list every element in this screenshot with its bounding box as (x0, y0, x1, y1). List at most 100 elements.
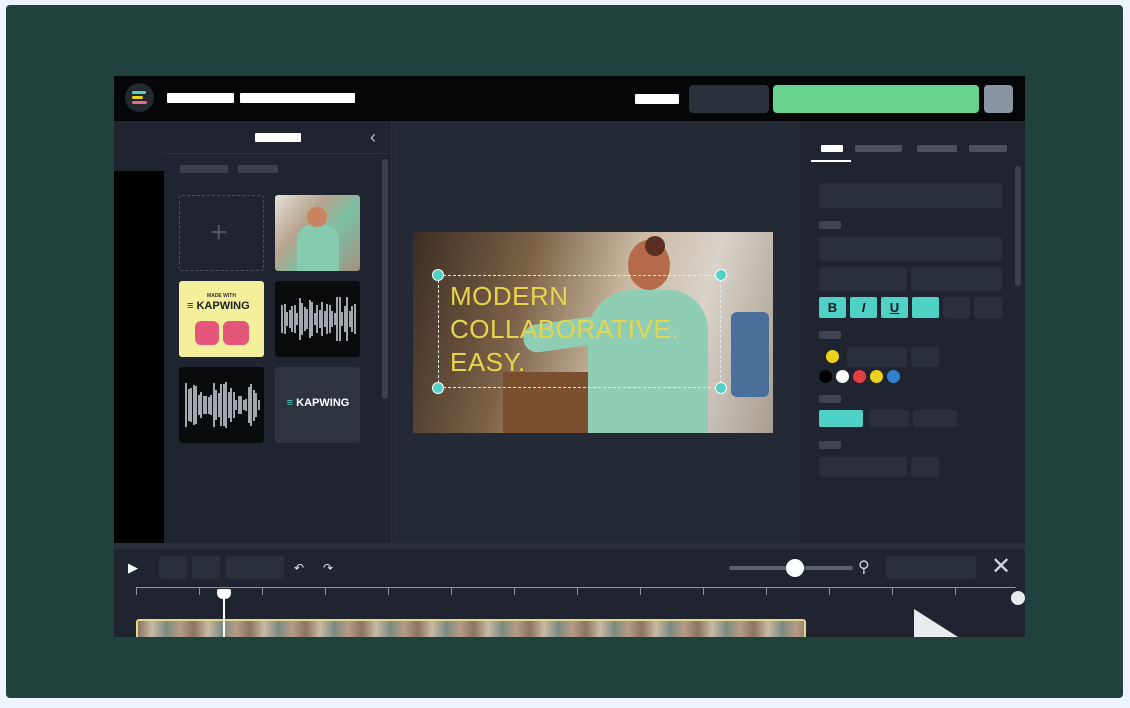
opacity-label (819, 441, 841, 449)
timeline-button[interactable] (159, 556, 187, 579)
ruler-tick (703, 587, 704, 595)
editor-canvas[interactable]: MODERN COLLABORATIVE. EASY. (393, 121, 797, 543)
panel-header: ‹ (164, 121, 392, 154)
plus-icon: + (210, 216, 228, 249)
video-frame[interactable]: MODERN COLLABORATIVE. EASY. (413, 232, 773, 433)
style-option[interactable] (869, 410, 909, 427)
resize-handle[interactable] (715, 269, 727, 281)
ruler-tick (136, 587, 137, 595)
media-panel: ‹ + MADE WITH ≡ KAPWING ≡ KAPWING (164, 121, 392, 543)
sidebar-rail (114, 171, 164, 543)
tab-effects[interactable] (917, 145, 957, 152)
zoom-slider-knob[interactable] (786, 559, 804, 577)
opacity-unit[interactable] (911, 457, 939, 477)
panel-title (255, 133, 301, 142)
style-label (819, 395, 841, 403)
ruler-tick (892, 587, 893, 595)
font-weight-field[interactable] (911, 267, 1002, 291)
redo-icon[interactable]: ↷ (323, 561, 333, 575)
align-option[interactable] (974, 297, 1002, 318)
selection-box[interactable] (438, 275, 721, 388)
ruler-tick (766, 587, 767, 595)
ruler-tick (388, 587, 389, 595)
filter-chip[interactable] (180, 165, 228, 173)
resize-handle[interactable] (715, 382, 727, 394)
tab-more[interactable] (969, 145, 1007, 152)
timecode-field[interactable] (226, 556, 284, 579)
ruler-tick (451, 587, 452, 595)
color-label (819, 331, 841, 339)
play-icon[interactable]: ▶ (128, 560, 138, 576)
font-size-field[interactable] (819, 267, 907, 291)
tab-animate[interactable] (855, 145, 902, 152)
selected-color-swatch[interactable] (826, 350, 839, 363)
sidebar-rail-top (114, 121, 164, 171)
align-option[interactable] (943, 297, 970, 318)
filter-chip[interactable] (238, 165, 278, 173)
style-option[interactable] (913, 410, 957, 427)
bold-button[interactable]: B (819, 297, 846, 318)
media-thumb-photo[interactable] (275, 195, 360, 271)
tab-edit[interactable] (821, 145, 843, 152)
color-swatch-black[interactable] (819, 370, 832, 383)
media-thumb-audio[interactable] (275, 281, 360, 357)
timeline-end-handle[interactable] (1011, 591, 1025, 605)
align-button[interactable] (912, 297, 939, 318)
ruler-tick (829, 587, 830, 595)
color-swatch-red[interactable] (853, 370, 866, 383)
resize-handle[interactable] (432, 382, 444, 394)
top-bar (114, 76, 1025, 121)
ruler-tick (514, 587, 515, 595)
ruler-tick (199, 587, 200, 595)
editor-window: ‹ + MADE WITH ≡ KAPWING ≡ KAPWING MODERN… (114, 76, 1025, 637)
project-title-placeholder[interactable] (240, 93, 355, 103)
upload-tile[interactable]: + (179, 195, 264, 271)
media-thumb-podcast[interactable]: MADE WITH ≡ KAPWING (179, 281, 264, 357)
font-select[interactable] (819, 237, 1002, 261)
timeline: ▶ ↶ ↷ ⚲ ✕ (114, 543, 1025, 637)
kapwing-wordmark: ≡ KAPWING (286, 397, 350, 409)
waveform-bar (353, 304, 356, 334)
properties-scrollbar[interactable] (1015, 166, 1021, 286)
underline-button[interactable]: U (881, 297, 908, 318)
secondary-button[interactable] (689, 85, 769, 113)
large-play-icon[interactable] (914, 609, 958, 637)
eyedropper-button[interactable] (911, 347, 939, 367)
color-swatch-blue[interactable] (887, 370, 900, 383)
undo-icon[interactable]: ↶ (294, 561, 304, 575)
video-clip-track[interactable] (136, 619, 806, 637)
media-thumb-audio[interactable] (179, 367, 264, 443)
font-label (819, 221, 841, 229)
ruler-tick (955, 587, 956, 595)
playhead-handle[interactable] (217, 589, 231, 599)
waveform-bar (257, 399, 260, 411)
page-frame: ‹ + MADE WITH ≡ KAPWING ≡ KAPWING MODERN… (6, 5, 1123, 698)
style-option-active[interactable] (819, 410, 863, 427)
timeline-ruler (136, 587, 1016, 588)
ruler-tick (262, 587, 263, 595)
chevron-left-icon[interactable]: ‹ (370, 127, 376, 147)
media-thumb-logo[interactable]: ≡ KAPWING (275, 367, 360, 443)
properties-panel: B I U (798, 121, 1025, 543)
ruler-tick (577, 587, 578, 595)
app-logo-icon[interactable] (125, 83, 154, 112)
text-input[interactable] (819, 183, 1002, 208)
active-tab-indicator (811, 160, 851, 162)
magnifier-icon[interactable]: ⚲ (858, 557, 870, 577)
profile-button[interactable] (984, 85, 1013, 113)
timeline-option[interactable] (886, 556, 976, 579)
ruler-tick (325, 587, 326, 595)
color-swatch-yellow[interactable] (870, 370, 883, 383)
opacity-field[interactable] (819, 457, 907, 477)
ruler-tick (640, 587, 641, 595)
close-icon[interactable]: ✕ (991, 552, 1011, 581)
color-swatch-white[interactable] (836, 370, 849, 383)
resize-handle[interactable] (432, 269, 444, 281)
share-link-placeholder[interactable] (635, 94, 679, 104)
project-name-placeholder[interactable] (167, 93, 234, 103)
export-button[interactable] (773, 85, 979, 113)
panel-scrollbar[interactable] (382, 159, 388, 399)
italic-button[interactable]: I (850, 297, 877, 318)
timeline-button[interactable] (192, 556, 220, 579)
hex-input[interactable] (847, 347, 907, 367)
